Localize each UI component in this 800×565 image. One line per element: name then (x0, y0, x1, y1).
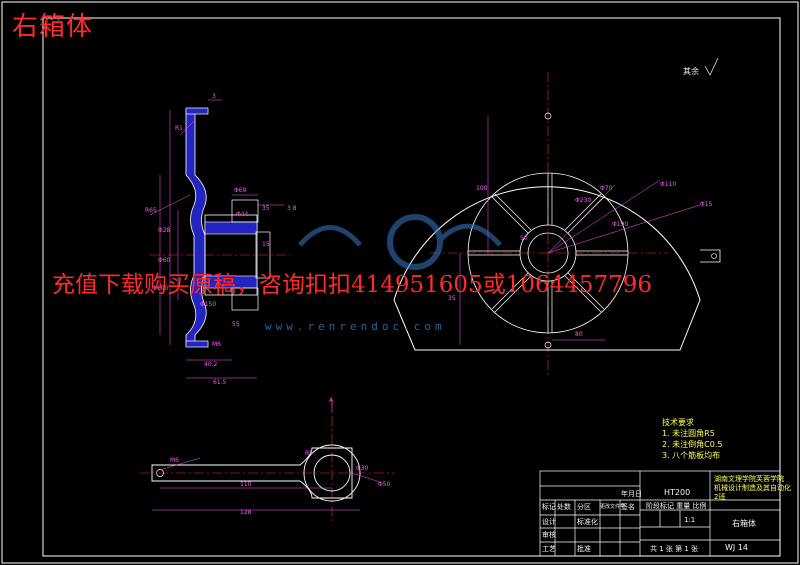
dim-label: R1 (175, 125, 183, 132)
title-block-drawing-no: WJ 14 (725, 543, 748, 552)
title-block-sheet: 共 1 张 第 1 张 (650, 545, 699, 553)
dim-label: 15 (262, 241, 270, 248)
title-block-role: 设计 (542, 518, 556, 526)
title-block-role: 工艺 (542, 545, 556, 553)
title-block-project2: 2班 (714, 493, 726, 501)
dim-label: Φ15 (700, 201, 713, 208)
dim-label: 35 (262, 205, 270, 212)
dim-label: 3.8 (287, 205, 297, 212)
dim-label: Φ50 (378, 481, 391, 488)
title-block-role: 标准化 (577, 518, 598, 526)
title-block-label: 签名 (621, 503, 635, 511)
tech-requirement-item: 3. 八个筋板均布 (662, 451, 721, 460)
title-block-label: 处数 (557, 503, 571, 511)
dim-label: M6 (170, 457, 179, 464)
dim-label: 50 (520, 235, 528, 242)
dim-label: Φ44 (236, 211, 249, 218)
title-block-label: 标记 (542, 503, 556, 511)
tech-requirements-heading: 技术要求 (662, 418, 694, 427)
dim-label: R5 (305, 450, 313, 457)
title-block-material: HT200 (664, 488, 691, 497)
tech-requirement-item: 2. 未注倒角C0.5 (662, 440, 723, 449)
title-block-stage-labels: 阶段标记 重量 比例 (646, 502, 707, 510)
title-block-part-name: 右箱体 (732, 519, 756, 528)
dim-label: 55 (232, 321, 240, 328)
watermark-site: www.renrendoc.com (265, 320, 446, 333)
title-block-role: 批准 (577, 545, 591, 553)
title-block-scale: 1:1 (684, 516, 696, 524)
dim-label: Φ110 (660, 181, 676, 188)
watermark-text: 充值下载购买原稿，咨询扣扣414951605或1064457796 (52, 272, 653, 298)
bottom-view: M6 R5 Φ30 Φ50 110 128 A (140, 397, 395, 522)
dim-label: 61.5 (213, 379, 227, 386)
dim-label: 80 (575, 331, 583, 338)
dim-label: 40.2 (204, 361, 218, 368)
side-section-view: 3 R1 R65 Φ69 35 Φ44 Φ28 Φ60 Φ100 Φ150 M6… (145, 93, 297, 386)
title-block-project: 机械设计制造及其自动化 (714, 484, 791, 492)
dim-label: 100 (476, 185, 488, 192)
dim-label: R65 (145, 207, 157, 214)
drawing-title-overlay: 右箱体 (12, 12, 94, 42)
title-block-label: 分区 (577, 503, 591, 511)
tech-requirements: 技术要求 1. 未注圆角R5 2. 未注倒角C0.5 3. 八个筋板均布 (662, 417, 722, 461)
title-block-role: 审核 (542, 531, 556, 539)
tech-requirement-item: 1. 未注圆角R5 (662, 429, 715, 438)
dim-label: 3 (212, 93, 216, 100)
dim-label: Φ30 (356, 465, 369, 472)
dim-label: A (329, 397, 334, 404)
dim-label: Φ150 (200, 301, 216, 308)
title-block-school: 湖南文理学院芙蓉学院 (714, 475, 784, 483)
dim-label: Φ190 (612, 221, 628, 228)
title-block-label: 年月日 (621, 490, 642, 498)
dim-label: Φ70 (600, 185, 613, 192)
dim-label: Φ69 (234, 187, 247, 194)
dim-label: Φ60 (158, 257, 171, 264)
dim-label: Φ28 (158, 227, 171, 234)
dim-label: Φ230 (575, 197, 591, 204)
roughness-note: 其余 (683, 67, 699, 76)
dim-label: 128 (240, 509, 252, 516)
watermark-logo (298, 214, 502, 270)
dim-label: 110 (240, 481, 252, 488)
roughness-symbol (704, 57, 719, 76)
dim-label: M6 (212, 341, 221, 348)
